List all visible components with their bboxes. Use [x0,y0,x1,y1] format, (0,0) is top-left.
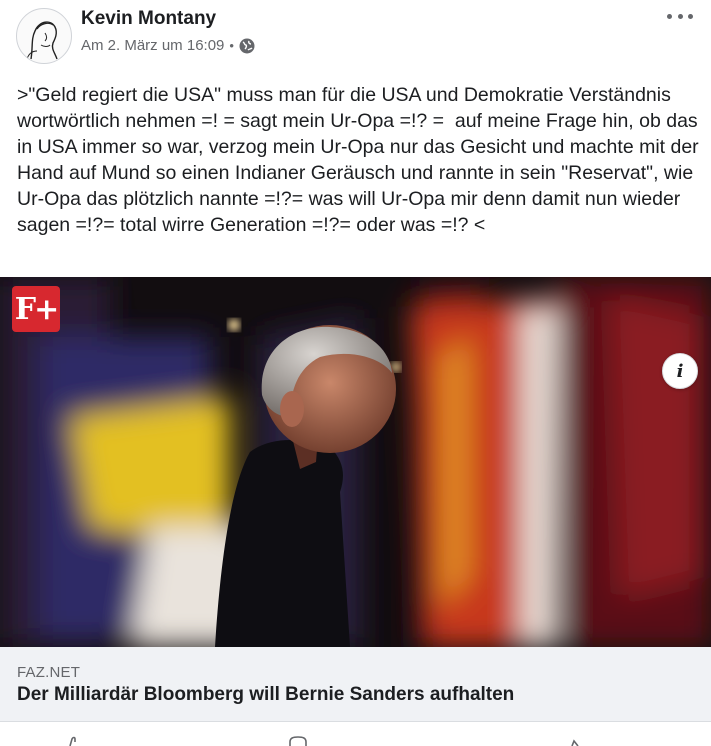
like-icon[interactable] [64,736,86,746]
faz-plus-badge: F+ [12,286,60,332]
author-name[interactable]: Kevin Montany [81,8,216,30]
avatar-sketch-icon [26,21,58,60]
post-timestamp[interactable]: Am 2. März um 16:09 [81,37,224,54]
link-title[interactable]: Der Milliardär Bloomberg will Bernie San… [17,684,514,706]
post-meta: Am 2. März um 16:09 • [81,37,255,54]
globe-icon [239,38,255,53]
comment-icon[interactable] [287,736,309,746]
info-icon[interactable]: i [662,353,698,389]
post-text: >"Geld regiert die USA" muss man für die… [17,84,709,236]
share-icon[interactable] [562,736,584,746]
more-options-icon[interactable] [667,6,693,26]
politician-photo [0,277,711,647]
post-action-bar [0,722,711,746]
avatar[interactable] [16,8,72,64]
post-header: Kevin Montany Am 2. März um 16:09 • [0,0,711,70]
link-preview-footer[interactable]: FAZ.NET Der Milliardär Bloomberg will Be… [0,647,711,722]
link-preview-image[interactable]: F+ [0,277,711,647]
link-domain: FAZ.NET [17,664,81,681]
meta-separator: • [229,38,234,53]
